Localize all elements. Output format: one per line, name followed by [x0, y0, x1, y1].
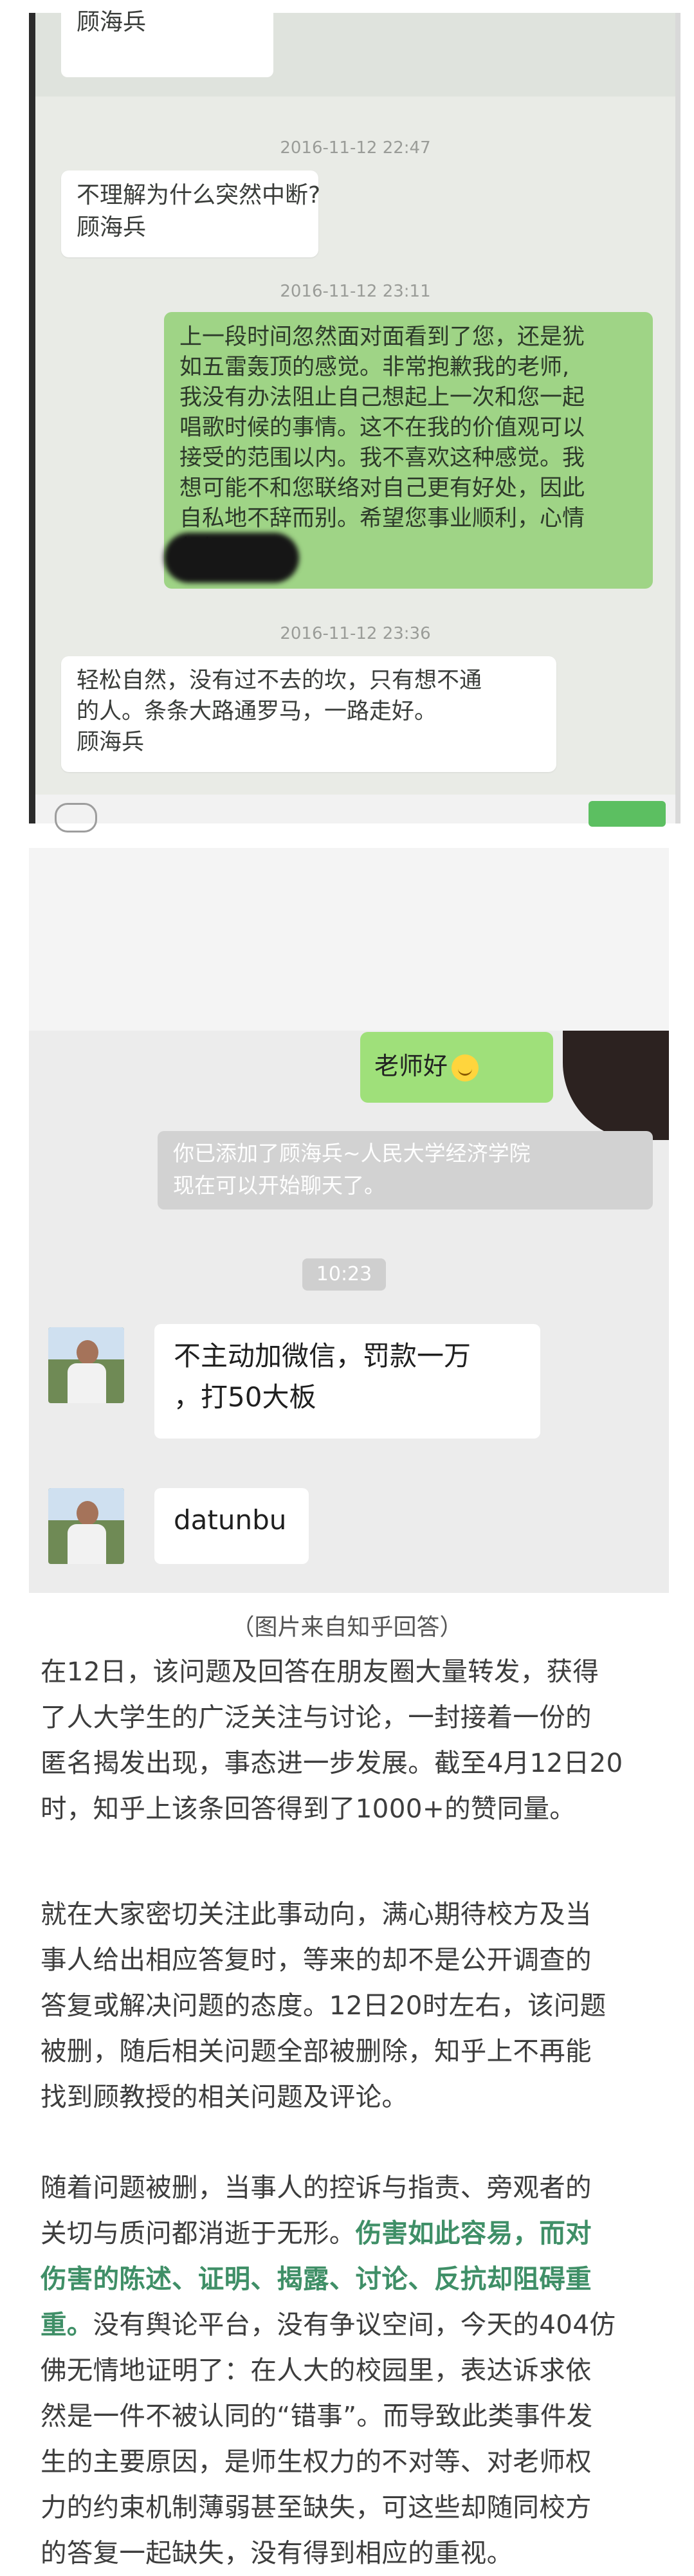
redaction-blur	[164, 533, 299, 583]
paragraph-1: 在12日，该问题及回答在朋友圈大量转发，获得 了人大学生的广泛关注与讨论，一封接…	[41, 1656, 623, 1824]
message-bubble-left: datunbu	[154, 1488, 309, 1564]
avatar-head	[77, 1501, 98, 1525]
image-caption: （图片来自知乎回答）	[231, 1614, 463, 1641]
input-bar	[35, 795, 675, 823]
message-bubble-right: 老师好	[360, 1032, 553, 1103]
message-bubble-left: 不理解为什么突然中断? 顾海兵	[61, 170, 320, 257]
send-button[interactable]	[589, 801, 666, 827]
paragraph-2: 就在大家密切关注此事动向，满心期待校方及当 事人给出相应答复时，等来的却不是公开…	[41, 1899, 607, 2112]
blank-area	[29, 848, 669, 1031]
message-bubble-left: 轻松自然，没有过不去的坎，只有想不通 的人。条条大路通罗马，一路走好。 顾海兵	[61, 656, 556, 772]
top-message-area: 顾海兵	[35, 9, 675, 97]
timestamp: 2016-11-12 23:11	[280, 282, 431, 301]
avatar-head	[77, 1340, 98, 1365]
avatar[interactable]	[48, 1488, 124, 1564]
highlight-text: 重。	[41, 2309, 93, 2340]
photo-edge-hair	[563, 1031, 669, 1140]
time-label: 10:23	[302, 1258, 386, 1291]
smile-emoji-icon	[452, 1054, 479, 1081]
chat-photo-1: 顾海兵 2016-11-12 22:47 不理解为什么突然中断? 顾海兵 201…	[0, 0, 694, 833]
timestamp: 2016-11-12 23:36	[280, 624, 431, 643]
paragraph-3: 随着问题被删，当事人的控诉与指责、旁观者的 关切与质问都消逝于无形。伤害如此容易…	[41, 2165, 655, 2576]
highlight-text: 伤害的陈述、证明、揭露、讨论、反抗却阻碍重	[41, 2263, 592, 2294]
timestamp: 2016-11-12 22:47	[280, 138, 431, 158]
phone-screen: 顾海兵 2016-11-12 22:47 不理解为什么突然中断? 顾海兵 201…	[29, 9, 680, 833]
avatar-body	[68, 1363, 106, 1403]
message-bubble-left: 不主动加微信，罚款一万 ，打50大板	[154, 1324, 540, 1439]
highlight-text: 伤害如此容易，而对	[355, 2218, 592, 2249]
chat-photo-2: 老师好 你已添加了顾海兵~人民大学经济学院 现在可以开始聊天了。 10:23 不…	[29, 848, 669, 1593]
system-notice: 你已添加了顾海兵~人民大学经济学院 现在可以开始聊天了。	[158, 1131, 653, 1210]
avatar-body	[68, 1524, 106, 1564]
voice-icon[interactable]	[55, 803, 97, 833]
avatar[interactable]	[48, 1327, 124, 1403]
partial-bubble: 顾海兵	[61, 9, 273, 77]
